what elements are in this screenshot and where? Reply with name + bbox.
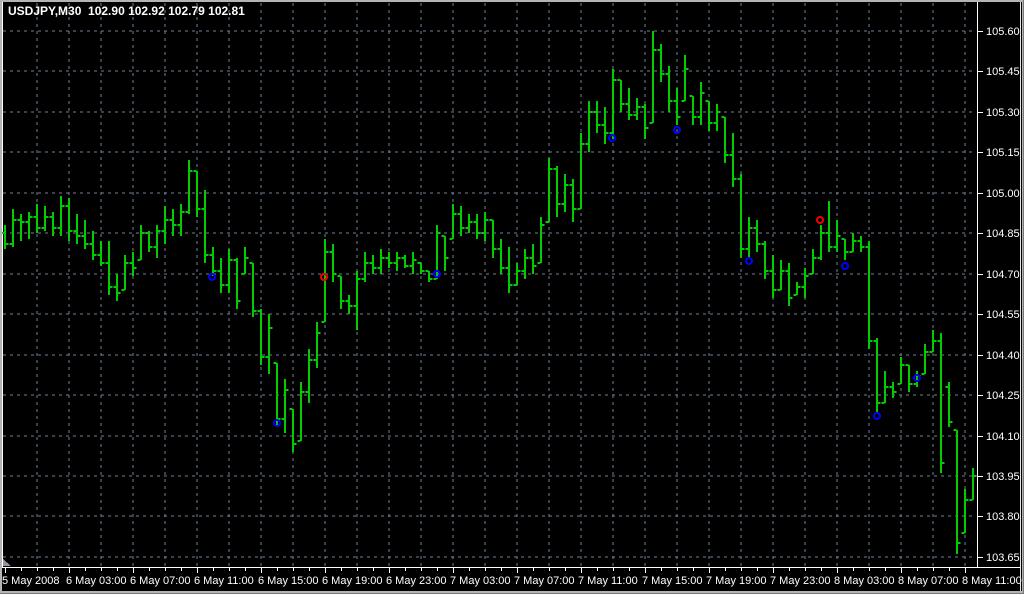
price-axis-label: 105.60 xyxy=(986,26,1020,38)
price-axis-label: 104.25 xyxy=(986,390,1020,402)
price-axis-label: 105.30 xyxy=(986,107,1020,119)
time-axis-label: 7 May 11:00 xyxy=(578,575,638,587)
time-axis-label: 6 May 11:00 xyxy=(194,575,254,587)
time-axis-label: 7 May 23:00 xyxy=(770,575,831,587)
time-axis-label: 7 May 15:00 xyxy=(642,575,703,587)
time-axis-label: 8 May 03:00 xyxy=(834,575,895,587)
price-axis-label: 104.85 xyxy=(986,228,1020,240)
price-axis-label: 103.65 xyxy=(986,552,1020,564)
price-axis-label: 104.55 xyxy=(986,309,1020,321)
time-axis-label: 6 May 19:00 xyxy=(322,575,383,587)
chart-window: 105.60 105.45 105.30 105.15 105.00 104.85 104.… xyxy=(0,0,1024,594)
time-axis-label: 6 May 07:00 xyxy=(130,575,191,587)
price-axis-label: 105.15 xyxy=(986,147,1020,159)
chart-title: USDJPY,M30 102.90 102.92 102.79 102.81 xyxy=(8,4,245,18)
time-axis-label: 6 May 15:00 xyxy=(258,575,319,587)
price-axis-label: 103.80 xyxy=(986,511,1020,523)
price-axis-label: 104.40 xyxy=(986,350,1020,362)
price-axis-label: 104.70 xyxy=(986,269,1020,281)
time-axis-label: 7 May 07:00 xyxy=(514,575,575,587)
time-axis-label: 7 May 03:00 xyxy=(450,575,511,587)
time-axis-label: 7 May 19:00 xyxy=(706,575,767,587)
time-axis-label: 6 May 23:00 xyxy=(386,575,447,587)
price-axis-label: 103.95 xyxy=(986,471,1020,483)
price-axis-label: 104.10 xyxy=(986,431,1020,443)
time-axis-label: 6 May 03:00 xyxy=(66,575,127,587)
time-axis-label: 5 May 2008 xyxy=(2,575,59,587)
price-chart[interactable]: 105.60 105.45 105.30 105.15 105.00 104.85 104.… xyxy=(0,0,1024,594)
price-axis-label: 105.00 xyxy=(986,188,1020,200)
price-axis-label: 105.45 xyxy=(986,66,1020,78)
chart-background xyxy=(0,0,1024,594)
time-axis-label: 8 May 07:00 xyxy=(898,575,959,587)
time-axis-label: 8 May 11:00 xyxy=(962,575,1022,587)
